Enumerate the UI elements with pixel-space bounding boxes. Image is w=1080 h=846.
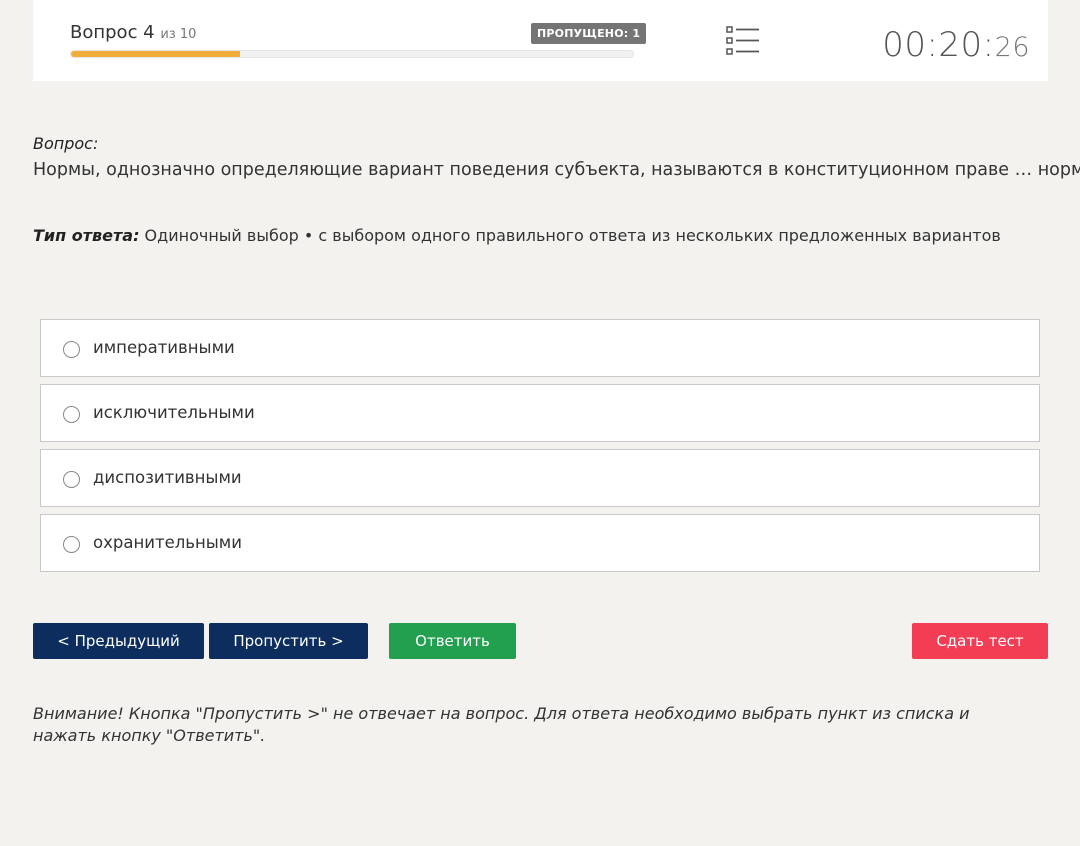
option-label: охранительными — [93, 533, 242, 552]
radio-button[interactable] — [63, 471, 80, 488]
answer-button[interactable]: Ответить — [389, 623, 516, 659]
progress-bar — [70, 50, 634, 58]
radio-button[interactable] — [63, 406, 80, 423]
answer-option-1[interactable]: императивными — [40, 319, 1040, 377]
option-label: императивными — [93, 338, 235, 357]
submit-test-button[interactable]: Сдать тест — [912, 623, 1048, 659]
progress-fill — [71, 51, 240, 57]
skipped-badge: ПРОПУЩЕНО: 1 — [531, 23, 647, 44]
timer-main: 00:20: — [882, 25, 995, 65]
question-list-icon[interactable] — [726, 26, 760, 56]
answer-option-2[interactable]: исключительными — [40, 384, 1040, 442]
question-label: Вопрос: — [33, 134, 99, 153]
skip-button[interactable]: Пропустить > — [209, 623, 368, 659]
answer-type-value: Одиночный выбор • с выбором одного прави… — [139, 226, 1001, 245]
radio-button[interactable] — [63, 341, 80, 358]
answer-option-3[interactable]: диспозитивными — [40, 449, 1040, 507]
answer-type-label: Тип ответа: — [33, 226, 140, 245]
option-label: диспозитивными — [93, 468, 242, 487]
question-text: Нормы, однозначно определяющие вариант п… — [33, 160, 1080, 180]
question-number: Вопрос 4 — [70, 22, 155, 43]
option-label: исключительными — [93, 403, 255, 422]
answer-option-4[interactable]: охранительными — [40, 514, 1040, 572]
question-counter: Вопрос 4 из 10 — [70, 22, 196, 43]
question-total: из 10 — [160, 27, 197, 42]
radio-button[interactable] — [63, 536, 80, 553]
timer-seconds: 26 — [994, 32, 1030, 63]
previous-button[interactable]: < Предыдущий — [33, 623, 204, 659]
timer: 00:20:26 — [882, 25, 1030, 65]
answer-type: Тип ответа: Одиночный выбор • с выбором … — [33, 226, 1001, 245]
test-header: Вопрос 4 из 10 ПРОПУЩЕНО: 1 00:20:26 — [33, 0, 1048, 81]
notice-text: Внимание! Кнопка "Пропустить >" не отвеч… — [33, 704, 970, 745]
